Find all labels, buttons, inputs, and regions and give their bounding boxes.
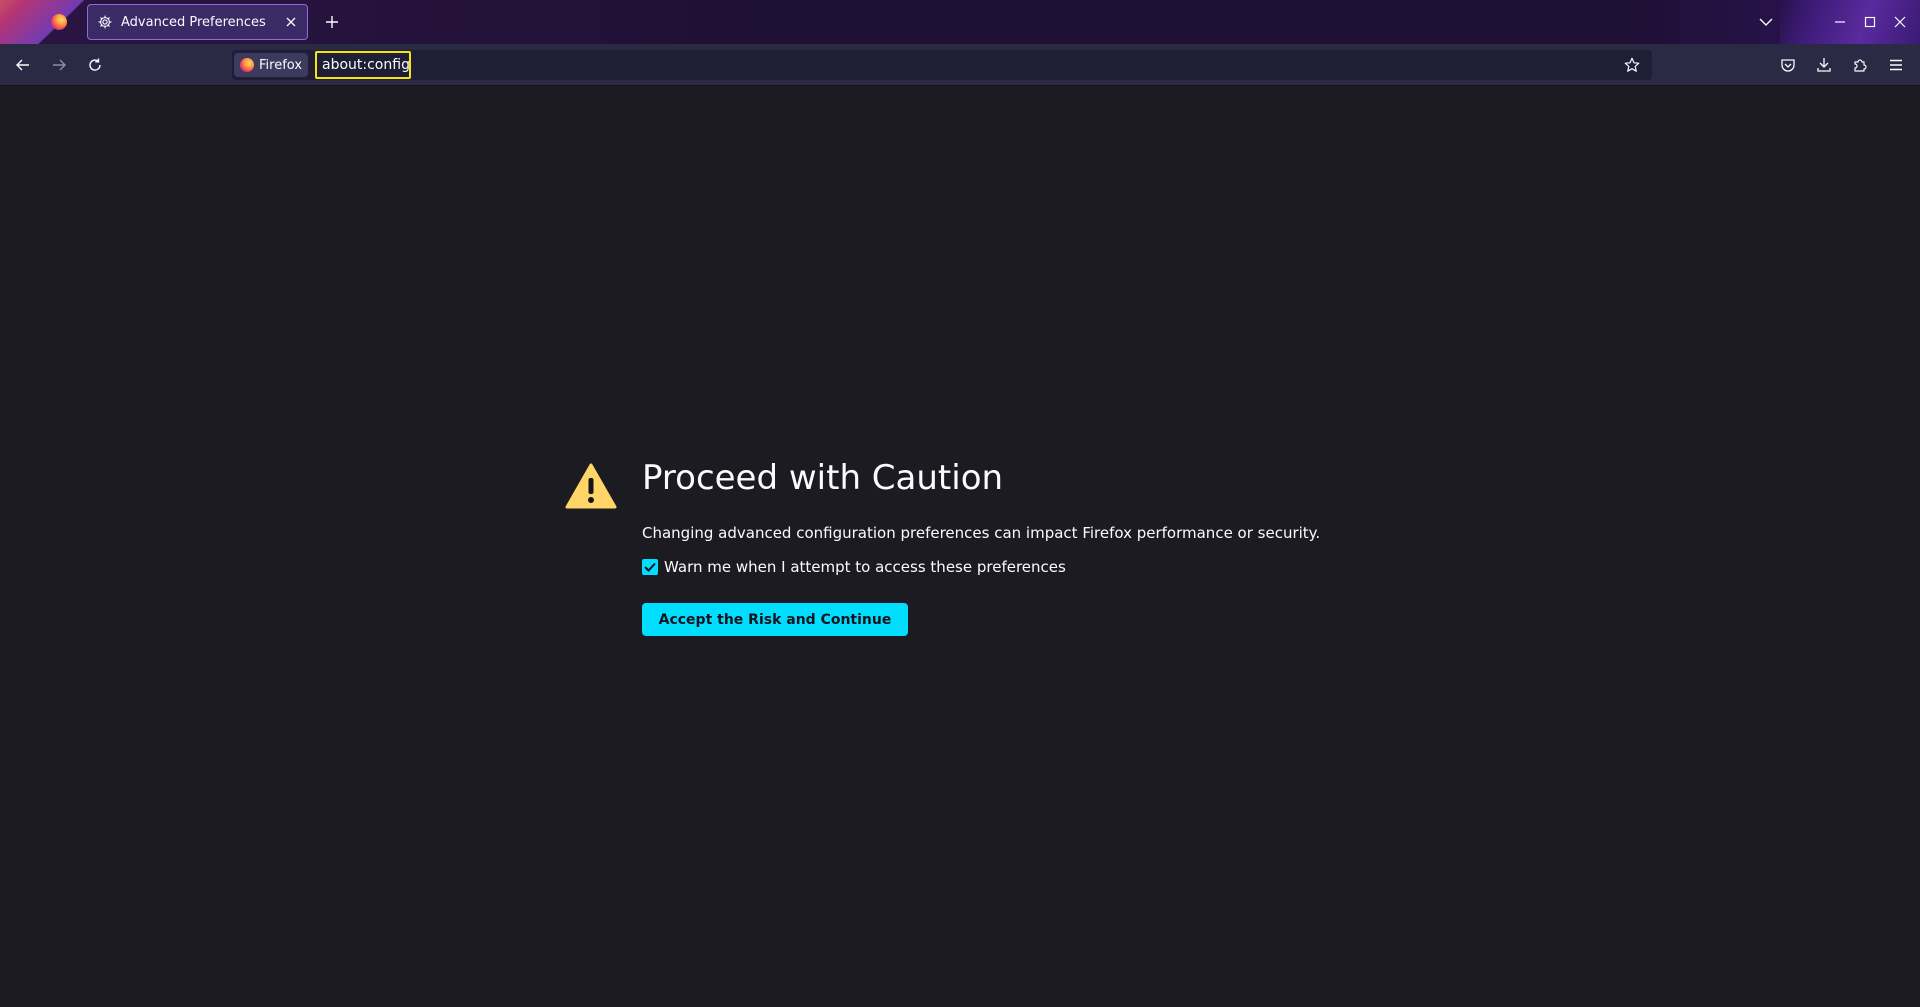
warn-checkbox-label[interactable]: Warn me when I attempt to access these p… xyxy=(664,558,1066,576)
accept-risk-button[interactable]: Accept the Risk and Continue xyxy=(642,603,908,636)
close-icon xyxy=(1894,16,1906,28)
identity-label: Firefox xyxy=(259,57,303,73)
tab-title: Advanced Preferences xyxy=(121,14,266,30)
maximize-button[interactable] xyxy=(1856,8,1884,36)
forward-arrow-icon xyxy=(53,59,66,71)
app-menu-button[interactable] xyxy=(1881,51,1911,79)
firefox-view-icon[interactable] xyxy=(51,14,67,30)
checkmark-icon xyxy=(644,562,656,572)
url-input[interactable]: about:config xyxy=(315,51,411,79)
identity-box[interactable]: Firefox xyxy=(234,53,309,77)
list-all-tabs-button[interactable] xyxy=(1752,8,1780,36)
pocket-icon xyxy=(1781,59,1795,72)
reload-button[interactable] xyxy=(80,51,110,79)
reload-icon xyxy=(89,58,101,71)
warning-icon xyxy=(565,463,617,509)
extensions-button[interactable] xyxy=(1845,51,1875,79)
chevron-down-icon xyxy=(1759,18,1773,26)
warning-description: Changing advanced configuration preferen… xyxy=(642,524,1321,542)
plus-icon xyxy=(326,16,338,28)
downloads-button[interactable] xyxy=(1809,51,1839,79)
close-tab-icon[interactable] xyxy=(279,10,303,34)
hamburger-menu-icon xyxy=(1890,59,1902,71)
page-content: Proceed with Caution Changing advanced c… xyxy=(0,87,1920,1007)
navigation-toolbar: Firefox about:config xyxy=(0,44,1920,86)
minimize-button[interactable] xyxy=(1826,8,1854,36)
tab-advanced-preferences[interactable]: Advanced Preferences xyxy=(87,4,308,40)
tab-strip: Advanced Preferences xyxy=(0,0,1920,44)
star-icon xyxy=(1624,57,1640,72)
bookmark-star-button[interactable] xyxy=(1620,53,1644,77)
pocket-button[interactable] xyxy=(1773,51,1803,79)
minimize-icon xyxy=(1835,21,1845,23)
download-icon xyxy=(1817,58,1831,72)
back-button[interactable] xyxy=(8,51,38,79)
page-title: Proceed with Caution xyxy=(642,458,1004,498)
url-bar[interactable]: Firefox about:config xyxy=(232,50,1652,80)
puzzle-icon xyxy=(1854,59,1867,72)
maximize-icon xyxy=(1864,16,1876,28)
back-arrow-icon xyxy=(16,59,29,71)
close-window-button[interactable] xyxy=(1886,8,1914,36)
forward-button[interactable] xyxy=(44,51,74,79)
new-tab-button[interactable] xyxy=(318,8,346,36)
warn-checkbox-row[interactable]: Warn me when I attempt to access these p… xyxy=(642,558,1066,576)
gear-icon xyxy=(97,14,113,30)
firefox-icon xyxy=(240,58,254,72)
warn-checkbox[interactable] xyxy=(642,559,658,575)
